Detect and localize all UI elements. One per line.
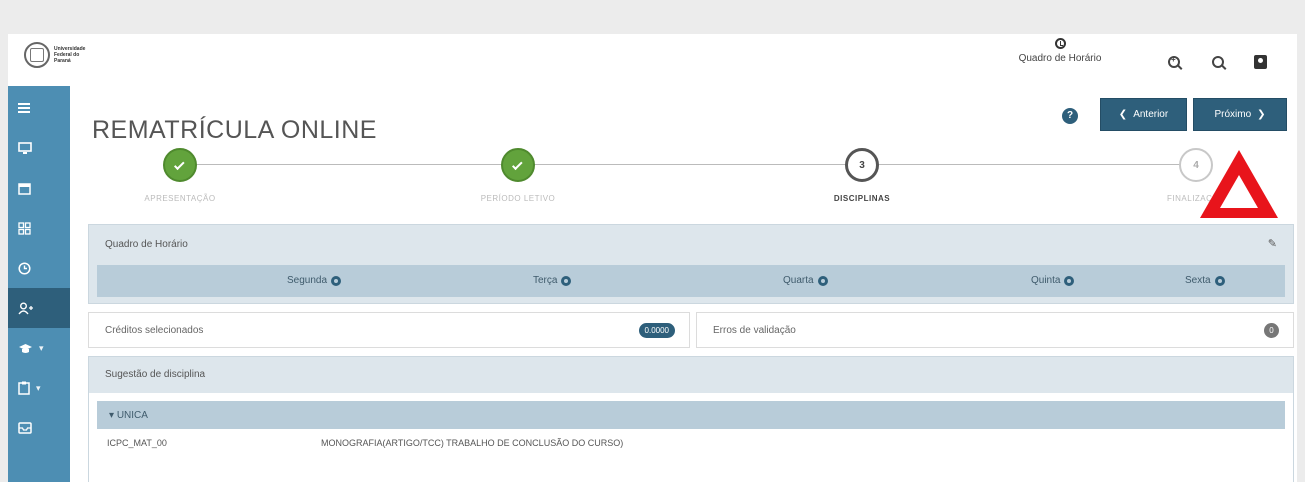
step-label: PERÍODO LETIVO — [480, 194, 556, 203]
info-icon — [331, 275, 342, 286]
zoom-in-icon — [1168, 55, 1180, 68]
chevron-left-icon: ❮ — [1118, 109, 1128, 120]
day-label: Sexta — [1185, 275, 1211, 286]
step-complete-badge — [501, 148, 535, 182]
course-code: ICPC_MAT_00 — [107, 438, 167, 448]
user-add-icon — [18, 302, 33, 314]
zoom-in-button[interactable] — [1166, 54, 1182, 70]
group-label: ▾ UNICA — [109, 410, 148, 421]
step-academic-period[interactable]: PERÍODO LETIVO — [438, 148, 598, 203]
step-complete-badge — [163, 148, 197, 182]
app-window: Universidade Federal do Paraná Quadro de… — [8, 34, 1297, 482]
previous-button[interactable]: ❮ Anterior — [1100, 98, 1187, 131]
sidebar-item-enrollment[interactable] — [8, 288, 70, 328]
suggestion-title: Sugestão de disciplina — [105, 369, 206, 380]
zoom-out-button[interactable] — [1210, 54, 1226, 70]
step-disciplines[interactable]: 3 DISCIPLINAS — [782, 148, 942, 203]
day-monday[interactable]: Segunda — [287, 275, 342, 286]
day-label: Quinta — [1031, 275, 1061, 286]
day-label: Segunda — [287, 275, 328, 286]
step-presentation[interactable]: APRESENTAÇÃO — [100, 148, 260, 203]
pencil-icon[interactable]: ✎ — [1268, 237, 1277, 250]
chevron-down-icon: ▾ — [39, 342, 44, 353]
sidebar-item-graduation[interactable]: ▾ — [8, 328, 70, 368]
zoom-out-icon — [1212, 56, 1224, 68]
errors-label: Erros de validação — [713, 325, 796, 336]
seal-icon — [24, 42, 50, 68]
university-logo[interactable]: Universidade Federal do Paraná — [24, 42, 85, 68]
logo-text: Universidade Federal do Paraná — [54, 46, 85, 64]
clipboard-icon — [18, 381, 30, 395]
next-button[interactable]: Próximo ❯ — [1193, 98, 1287, 131]
calendar-icon — [18, 182, 31, 195]
warning-triangle-icon — [1200, 150, 1278, 218]
day-label: Terça — [533, 275, 558, 286]
day-thursday[interactable]: Quinta — [1031, 275, 1075, 286]
top-bar: Universidade Federal do Paraná Quadro de… — [8, 34, 1297, 86]
sidebar-item-inbox[interactable] — [8, 408, 70, 448]
page-title: REMATRÍCULA ONLINE — [92, 116, 377, 144]
chevron-right-icon: ❯ — [1257, 109, 1266, 120]
course-name: MONOGRAFIA(ARTIGO/TCC) TRABALHO DE CONCL… — [321, 438, 624, 448]
graduation-cap-icon — [19, 343, 32, 353]
info-icon — [561, 275, 572, 286]
credits-label: Créditos selecionados — [105, 325, 204, 336]
credits-badge: 0.0000 — [638, 323, 675, 338]
day-wednesday[interactable]: Quarta — [783, 275, 828, 286]
table-row[interactable]: ICPC_MAT_00 MONOGRAFIA(ARTIGO/TCC) TRABA… — [97, 433, 1285, 453]
group-name: UNICA — [116, 410, 148, 421]
error-count-badge: 0 — [1264, 323, 1279, 338]
previous-button-label: Anterior — [1133, 109, 1169, 120]
schedule-panel-title: Quadro de Horário — [105, 239, 188, 250]
suggestion-header: Sugestão de disciplina — [89, 357, 1293, 393]
sidebar-item-clock[interactable] — [8, 248, 70, 288]
sidebar-item-menu[interactable] — [8, 88, 70, 128]
account-icon — [1253, 55, 1267, 69]
schedule-link-label: Quadro de Horário — [1018, 53, 1102, 64]
info-icon — [817, 275, 828, 286]
check-icon — [511, 158, 523, 170]
account-button[interactable] — [1252, 54, 1268, 70]
step-number: 3 — [845, 148, 879, 182]
schedule-panel: Quadro de Horário ✎ Segunda Terça Quarta… — [88, 224, 1294, 304]
next-button-label: Próximo — [1214, 109, 1252, 120]
info-icon — [1064, 275, 1075, 286]
logo-line-3: Paraná — [54, 58, 71, 64]
step-label: DISCIPLINAS — [833, 194, 891, 203]
check-icon — [173, 158, 185, 170]
group-row[interactable]: ▾ UNICA — [97, 401, 1285, 429]
chevron-down-icon: ▾ — [36, 382, 41, 393]
day-friday[interactable]: Sexta — [1185, 275, 1225, 286]
inbox-icon — [18, 422, 32, 434]
sidebar-item-monitor[interactable] — [8, 128, 70, 168]
clock-icon — [18, 261, 31, 275]
sidebar-item-clipboard[interactable]: ▾ — [8, 368, 70, 408]
monitor-icon — [18, 142, 32, 154]
info-icon — [1214, 275, 1225, 286]
day-tuesday[interactable]: Terça — [533, 275, 572, 286]
credits-box: Créditos selecionados 0.0000 — [88, 312, 690, 348]
suggestion-panel: Sugestão de disciplina ▾ UNICA ICPC_MAT_… — [88, 356, 1294, 482]
grid-icon — [18, 221, 31, 235]
menu-icon — [18, 103, 30, 113]
caret-down-icon: ▾ — [109, 410, 117, 421]
sidebar: ▾ ▾ — [8, 86, 70, 482]
sidebar-item-calendar[interactable] — [8, 168, 70, 208]
stepper-line — [180, 164, 1190, 165]
day-label: Quarta — [783, 275, 814, 286]
main-content: REMATRÍCULA ONLINE ? ❮ Anterior Próximo … — [70, 86, 1297, 482]
weekday-row: Segunda Terça Quarta Quinta Sexta — [97, 265, 1285, 297]
errors-box: Erros de validação 0 — [696, 312, 1294, 348]
schedule-link[interactable]: Quadro de Horário — [1000, 38, 1120, 64]
clock-icon — [1054, 38, 1066, 49]
help-icon[interactable]: ? — [1062, 108, 1078, 124]
sidebar-item-grid[interactable] — [8, 208, 70, 248]
step-label: APRESENTAÇÃO — [144, 194, 216, 203]
progress-stepper: APRESENTAÇÃO PERÍODO LETIVO 3 DISCIPLINA… — [70, 144, 1297, 214]
